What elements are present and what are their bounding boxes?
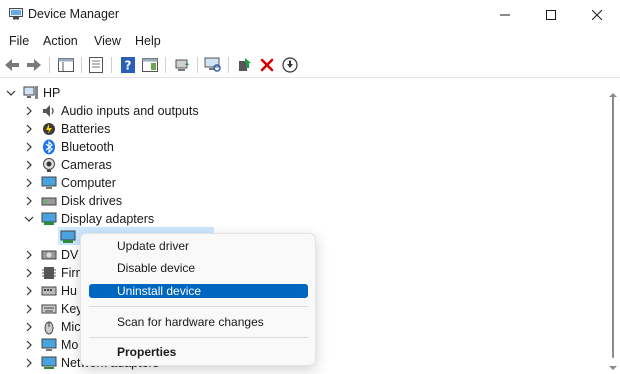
tree-item-display-adapters[interactable]: Display adapters	[22, 210, 154, 228]
chevron-right-icon[interactable]	[22, 302, 36, 316]
menu-action[interactable]: Action	[43, 34, 78, 48]
action-pane-icon[interactable]	[140, 55, 160, 75]
chevron-right-icon[interactable]	[22, 176, 36, 190]
chevron-down-icon[interactable]	[4, 86, 18, 100]
tree-item-hid[interactable]: Hu	[22, 282, 77, 300]
menu-item-uninstall-device[interactable]: Uninstall device	[89, 284, 308, 298]
back-arrow-icon[interactable]	[2, 55, 22, 75]
tree-item-label: Disk drives	[61, 194, 123, 208]
scroll-down-arrow-icon[interactable]	[609, 360, 617, 374]
context-menu: Update driver Disable device Uninstall d…	[80, 233, 316, 366]
device-manager-icon	[9, 8, 23, 20]
tree-item-dvd[interactable]: DV	[22, 246, 78, 264]
chevron-right-icon[interactable]	[22, 158, 36, 172]
title-bar: Device Manager	[0, 0, 620, 30]
tree-item-label: Hu	[61, 284, 77, 298]
close-button[interactable]	[574, 0, 620, 30]
tree-item-computer[interactable]: Computer	[22, 174, 116, 192]
chevron-right-icon[interactable]	[22, 284, 36, 298]
tree-item-keyboards[interactable]: Key	[22, 300, 83, 318]
chevron-right-icon[interactable]	[22, 248, 36, 262]
tree-item-audio[interactable]: Audio inputs and outputs	[22, 102, 199, 120]
tree-item-label: Cameras	[61, 158, 112, 172]
chevron-right-icon[interactable]	[22, 194, 36, 208]
menu-file[interactable]: File	[9, 34, 29, 48]
menu-view[interactable]: View	[94, 34, 121, 48]
display-device-icon-row[interactable]	[58, 228, 80, 246]
display-adapter-icon	[60, 229, 76, 245]
window-title: Device Manager	[28, 7, 120, 21]
tree-item-label: Computer	[61, 176, 116, 190]
tree-item-label: Mo	[61, 338, 79, 352]
network-adapter-icon	[41, 355, 57, 371]
add-driver-icon[interactable]	[234, 55, 254, 75]
scan-hardware-icon[interactable]	[203, 55, 223, 75]
tree-item-label: Mic	[61, 320, 81, 334]
menu-item-disable-device[interactable]: Disable device	[89, 261, 308, 275]
tree-root-hp[interactable]: HP	[4, 84, 60, 102]
svg-text:?: ?	[125, 59, 132, 73]
keyboard-icon	[41, 301, 57, 317]
chevron-down-icon[interactable]	[22, 212, 36, 226]
tree-item-batteries[interactable]: Batteries	[22, 120, 110, 138]
menu-separator	[89, 337, 308, 338]
menu-bar: File Action View Help	[0, 30, 620, 52]
tree-root-label: HP	[43, 86, 61, 100]
computer-icon	[41, 175, 57, 191]
forward-arrow-icon[interactable]	[24, 55, 44, 75]
uninstall-x-icon[interactable]	[257, 55, 277, 75]
menu-item-properties[interactable]: Properties	[89, 345, 308, 359]
chevron-right-icon[interactable]	[22, 356, 36, 370]
menu-help[interactable]: Help	[135, 34, 161, 48]
toolbar: ?	[0, 52, 620, 78]
scroll-thumb[interactable]	[612, 96, 614, 358]
tree-item-firmware[interactable]: Firm	[22, 264, 86, 282]
update-driver-icon[interactable]	[172, 55, 192, 75]
display-adapter-icon	[41, 211, 57, 227]
computer-tower-icon	[23, 85, 39, 101]
minimize-button[interactable]	[482, 0, 528, 30]
menu-item-scan-hardware[interactable]: Scan for hardware changes	[89, 315, 308, 329]
maximize-button[interactable]	[528, 0, 574, 30]
vertical-scrollbar[interactable]	[606, 82, 620, 374]
chevron-right-icon[interactable]	[22, 338, 36, 352]
battery-icon	[41, 121, 57, 137]
menu-item-update-driver[interactable]: Update driver	[89, 239, 308, 253]
help-icon[interactable]: ?	[118, 55, 138, 75]
tree-item-label: Batteries	[61, 122, 111, 136]
tree-item-cameras[interactable]: Cameras	[22, 156, 112, 174]
tree-item-disk-drives[interactable]: Disk drives	[22, 192, 122, 210]
chevron-right-icon[interactable]	[22, 320, 36, 334]
monitor-icon	[41, 337, 57, 353]
firmware-icon	[41, 265, 57, 281]
tree-item-mice[interactable]: Mic	[22, 318, 80, 336]
tree-item-bluetooth[interactable]: Bluetooth	[22, 138, 114, 156]
menu-separator	[89, 306, 308, 307]
tree-item-monitors[interactable]: Mo	[22, 336, 78, 354]
tree-item-label: Display adapters	[61, 212, 155, 226]
tree-item-label: DV	[61, 248, 79, 262]
chevron-right-icon[interactable]	[22, 266, 36, 280]
download-icon[interactable]	[280, 55, 300, 75]
chevron-right-icon[interactable]	[22, 140, 36, 154]
speaker-icon	[41, 103, 57, 119]
dvd-drive-icon	[41, 247, 57, 263]
chevron-right-icon[interactable]	[22, 122, 36, 136]
bluetooth-icon	[41, 139, 57, 155]
details-list-icon[interactable]	[86, 55, 106, 75]
mouse-icon	[41, 319, 57, 335]
disk-drive-icon	[41, 193, 57, 209]
tree-item-label: Audio inputs and outputs	[61, 104, 199, 118]
chevron-right-icon[interactable]	[22, 104, 36, 118]
hid-icon	[41, 283, 57, 299]
tree-item-label: Bluetooth	[61, 140, 114, 154]
camera-icon	[41, 157, 57, 173]
properties-sheet-icon[interactable]	[56, 55, 76, 75]
